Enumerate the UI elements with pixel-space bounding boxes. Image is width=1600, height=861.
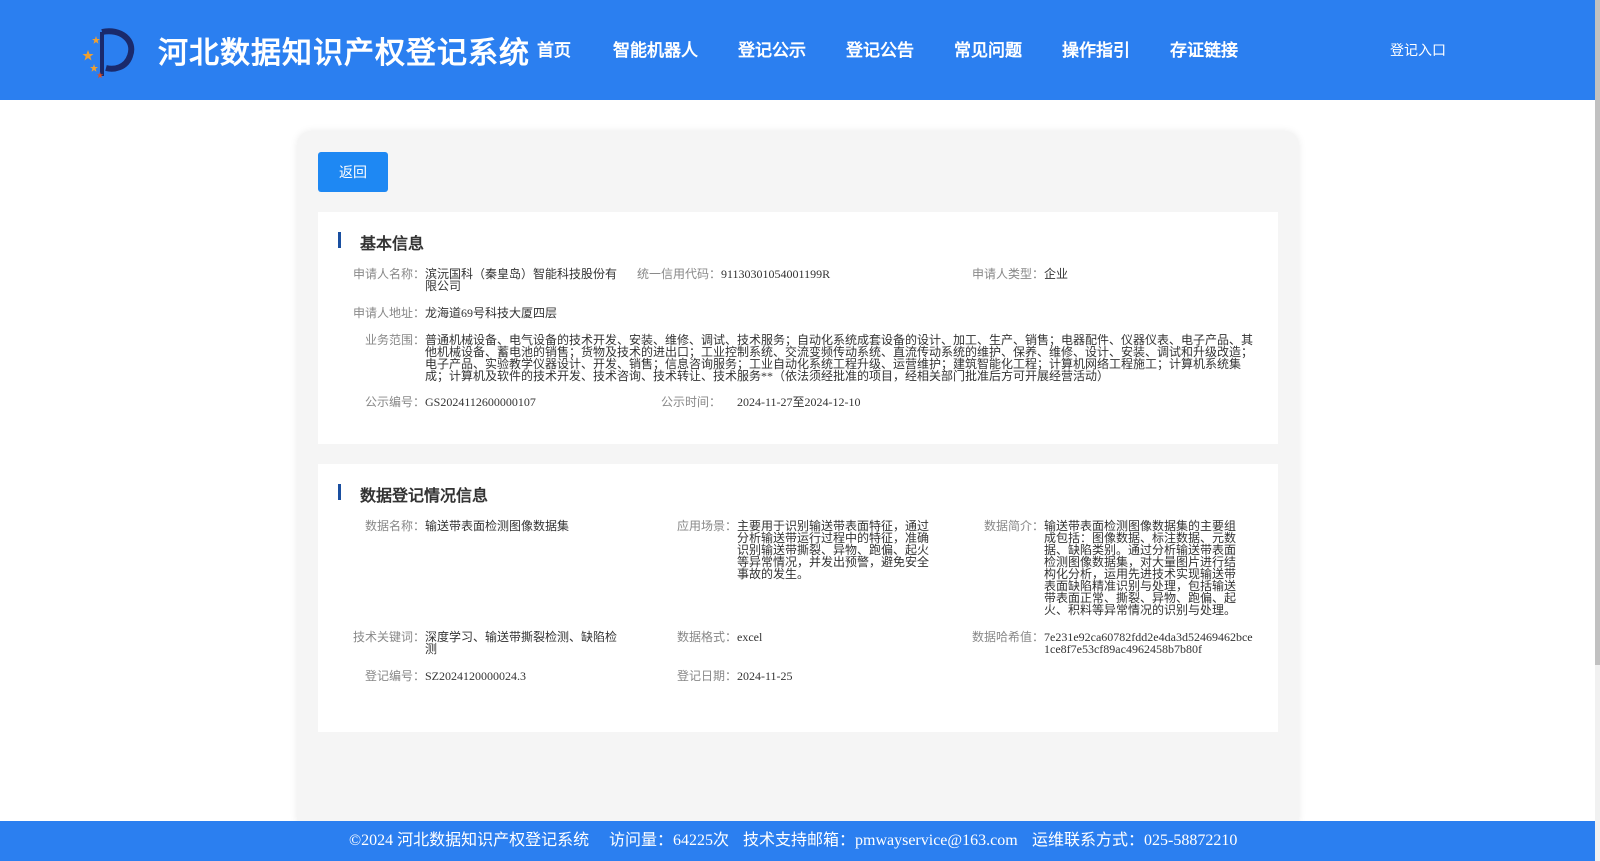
nav-faq[interactable]: 常见问题 (954, 36, 1022, 61)
data-registration-title-text: 数据登记情况信息 (360, 486, 489, 505)
basic-info-card: 基本信息 申请人名称： 滨沅国科（秦皇岛）智能科技股份有限公司 统一信用代码： … (318, 212, 1278, 444)
address-value: 龙海道69号科技大厦四层 (425, 306, 558, 320)
data-intro-value: 输送带表面检测图像数据集的主要组成包括：图像数据、标注数据、元数据、缺陷类别。通… (1044, 519, 1237, 617)
reg-no-label: 登记编号： (364, 669, 425, 683)
data-hash-label: 数据哈希值： (971, 630, 1044, 644)
top-header: 河北数据知识产权登记系统 首页 智能机器人 登记公示 登记公告 常见问题 操作指… (0, 0, 1595, 100)
title-accent-bar (338, 484, 341, 500)
data-registration-title: 数据登记情况信息 (338, 482, 488, 506)
applicant-type-value: 企业 (1044, 267, 1069, 281)
application-scene-label: 应用场景： (676, 519, 737, 533)
business-scope-label: 业务范围： (364, 333, 425, 347)
nav-registration-publicity[interactable]: 登记公示 (738, 36, 806, 61)
credit-code-label: 统一信用代码： (636, 267, 721, 281)
detail-panel: 返回 基本信息 申请人名称： 滨沅国科（秦皇岛）智能科技股份有限公司 统一信用代… (297, 131, 1299, 831)
reg-date-label: 登记日期： (676, 669, 737, 683)
tech-keywords-label: 技术关键词： (352, 630, 425, 644)
basic-info-title: 基本信息 (338, 230, 424, 254)
site-logo-icon[interactable] (80, 24, 136, 80)
notice-no-label: 公示编号： (364, 395, 425, 409)
footer-email: 技术支持邮箱：pmwayservice@163.com (743, 832, 1018, 849)
scrollbar-thumb[interactable] (1595, 0, 1600, 665)
tech-keywords-value: 深度学习、输送带撕裂检测、缺陷检测 (425, 630, 618, 656)
data-intro-label: 数据简介： (983, 519, 1044, 533)
data-hash-value: 7e231e92ca60782fdd2e4da3d52469462bce1ce8… (1044, 630, 1253, 656)
title-accent-bar (338, 232, 341, 248)
business-scope-value: 普通机械设备、电气设备的技术开发、安装、维修、调试、技术服务；自动化系统成套设备… (425, 333, 1254, 383)
nav-registration-announcement[interactable]: 登记公告 (846, 36, 914, 61)
nav-smart-robot[interactable]: 智能机器人 (613, 36, 698, 61)
reg-no-value: SZ2024120000024.3 (425, 669, 527, 683)
nav-home[interactable]: 首页 (537, 36, 571, 61)
nav-guide[interactable]: 操作指引 (1062, 36, 1130, 61)
back-button[interactable]: 返回 (318, 152, 388, 192)
applicant-type-label: 申请人类型： (971, 267, 1044, 281)
reg-date-value: 2024-11-25 (737, 669, 793, 683)
main-nav: 首页 智能机器人 登记公示 登记公告 常见问题 操作指引 存证链接 (537, 36, 1278, 61)
credit-code-value: 91130301054001199R (721, 267, 831, 281)
data-name-label: 数据名称： (364, 519, 425, 533)
applicant-name-value: 滨沅国科（秦皇岛）智能科技股份有限公司 (425, 267, 618, 293)
data-format-value: excel (737, 630, 763, 644)
login-link[interactable]: 登记入口 (1390, 40, 1446, 60)
notice-time-value: 2024-11-27至2024-12-10 (737, 395, 861, 409)
applicant-name-label: 申请人名称： (352, 267, 425, 281)
application-scene-value: 主要用于识别输送带表面特征，通过分析输送带运行过程中的特征，准确识别输送带撕裂、… (737, 519, 930, 581)
site-title: 河北数据知识产权登记系统 (158, 36, 530, 71)
footer-visits: 访问量：64225次 (609, 832, 730, 849)
footer-phone: 运维联系方式：025-58872210 (1032, 832, 1238, 849)
nav-evidence-link[interactable]: 存证链接 (1170, 36, 1238, 61)
footer-copyright: ©2024 河北数据知识产权登记系统 (349, 832, 590, 849)
notice-no-value: GS2024112600000107 (425, 395, 536, 409)
notice-time-label: 公示时间： (660, 395, 721, 409)
data-format-label: 数据格式： (676, 630, 737, 644)
basic-info-title-text: 基本信息 (360, 234, 425, 253)
data-name-value: 输送带表面检测图像数据集 (425, 519, 570, 533)
data-registration-card: 数据登记情况信息 数据名称： 输送带表面检测图像数据集 应用场景： 主要用于识别… (318, 464, 1278, 732)
footer: ©2024 河北数据知识产权登记系统 访问量：64225次 技术支持邮箱：pmw… (0, 821, 1595, 861)
address-label: 申请人地址： (352, 306, 425, 320)
